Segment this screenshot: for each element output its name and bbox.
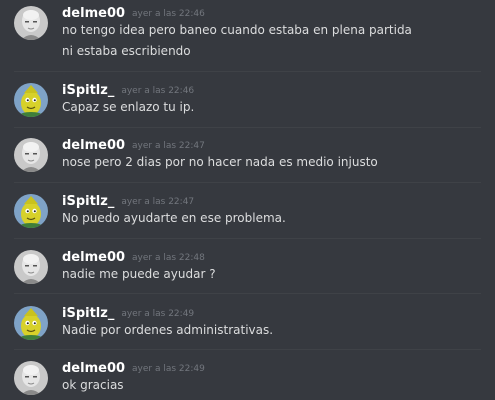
message-header: iSpitlz_ ayer a las 22:49	[62, 304, 194, 323]
timestamp: ayer a las 22:46	[121, 86, 195, 96]
timestamp: ayer a las 22:49	[132, 364, 205, 374]
bald-man-avatar[interactable]	[14, 361, 48, 395]
divider	[14, 182, 481, 183]
message-header: delme00 ayer a las 22:49	[62, 359, 205, 378]
divider	[14, 293, 481, 294]
message-header: delme00 ayer a las 22:48	[62, 248, 205, 267]
timestamp: ayer a las 22:47	[132, 141, 205, 151]
username[interactable]: delme00	[62, 6, 125, 21]
bald-man-avatar[interactable]	[14, 250, 48, 284]
yellow-cartoon-avatar[interactable]	[14, 83, 48, 117]
message-header: iSpitlz_ ayer a las 22:47	[62, 192, 194, 211]
divider	[14, 349, 481, 350]
username[interactable]: iSpitlz_	[62, 194, 114, 209]
message-header: iSpitlz_ ayer a las 22:46	[62, 81, 194, 100]
username[interactable]: iSpitlz_	[62, 83, 114, 98]
timestamp: ayer a las 22:46	[132, 9, 205, 19]
yellow-cartoon-avatar[interactable]	[14, 194, 48, 228]
message-text: ni estaba escribiendo	[62, 44, 191, 58]
divider	[14, 238, 481, 239]
yellow-cartoon-avatar[interactable]	[14, 306, 48, 340]
message-text: Capaz se enlazo tu ip.	[62, 100, 195, 114]
message-text: nose pero 2 dias por no hacer nada es me…	[62, 155, 378, 169]
divider	[14, 71, 481, 72]
timestamp: ayer a las 22:49	[121, 309, 195, 319]
bald-man-avatar[interactable]	[14, 138, 48, 172]
timestamp: ayer a las 22:48	[132, 253, 205, 263]
username[interactable]: delme00	[62, 250, 125, 265]
message-text: Nadie por ordenes administrativas.	[62, 323, 274, 337]
message-text: ok gracias	[62, 378, 124, 392]
message-text: nadie me puede ayudar ?	[62, 267, 216, 281]
bald-man-avatar[interactable]	[14, 6, 48, 40]
divider	[14, 127, 481, 128]
message-text: No puedo ayudarte en ese problema.	[62, 211, 286, 225]
message-header: delme00 ayer a las 22:47	[62, 136, 205, 155]
message-text: no tengo idea pero baneo cuando estaba e…	[62, 23, 412, 37]
username[interactable]: delme00	[62, 361, 125, 376]
username[interactable]: iSpitlz_	[62, 306, 114, 321]
chat-message-list: delme00 ayer a las 22:46 no tengo idea pe…	[0, 0, 495, 400]
username[interactable]: delme00	[62, 138, 125, 153]
message-header: delme00 ayer a las 22:46	[62, 4, 205, 23]
timestamp: ayer a las 22:47	[121, 197, 195, 207]
